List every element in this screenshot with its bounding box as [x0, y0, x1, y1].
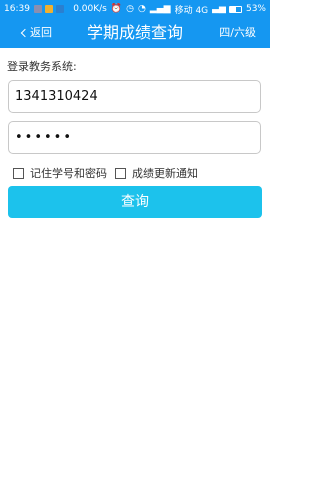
login-label: 登录教务系统: — [7, 60, 77, 73]
cet-button[interactable]: 四/六级 — [219, 18, 256, 48]
status-time: 16:39 — [4, 4, 30, 14]
status-bar: 16:39 0.00K/s ⏰ ◷ ◔ ▂▄▆ 移动 4G ▃▅ 53% — [0, 0, 270, 18]
alarm-icon: ⏰ — [110, 4, 123, 14]
notify-checkbox[interactable] — [115, 167, 126, 179]
app-notification-icon — [55, 5, 64, 13]
battery-percent: 53% — [245, 4, 266, 14]
clock-icon: ◷ — [126, 4, 134, 14]
app-notification-icon — [33, 5, 42, 13]
signal-icon: ▂▄▆ — [149, 4, 171, 14]
remember-label: 记住学号和密码 — [30, 167, 107, 180]
wifi-icon: ◔ — [137, 4, 146, 14]
query-button[interactable]: 查询 — [8, 186, 262, 218]
network-speed: 0.00K/s — [73, 4, 107, 14]
password-input[interactable] — [8, 121, 261, 154]
student-id-input[interactable] — [8, 80, 261, 113]
nav-bar: 返回 学期成绩查询 四/六级 — [0, 18, 270, 48]
notify-label: 成绩更新通知 — [132, 167, 198, 180]
options-row: 记住学号和密码 成绩更新通知 — [13, 165, 206, 181]
app-notification-icon — [44, 5, 53, 13]
remember-checkbox[interactable] — [13, 167, 24, 179]
battery-icon — [228, 5, 242, 13]
carrier-label: 移动 4G — [174, 5, 209, 16]
signal-strength-icon: ▃▅ — [212, 4, 226, 14]
